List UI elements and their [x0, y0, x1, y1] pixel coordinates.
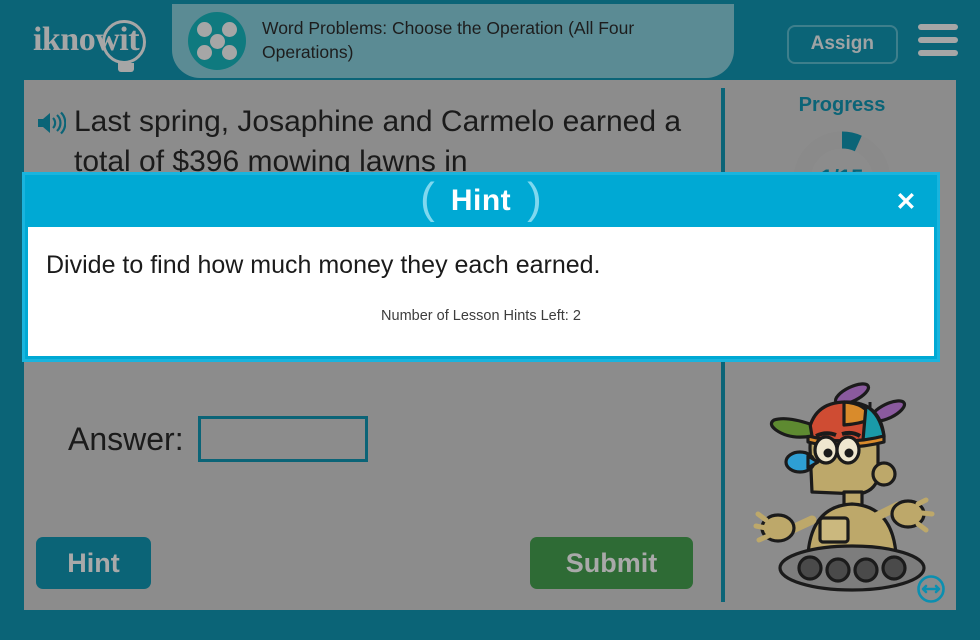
- hints-left-label: Number of Lesson Hints Left: 2: [381, 308, 581, 324]
- question-row: Last spring, Josaphine and Carmelo earne…: [24, 80, 720, 181]
- progress-label: Progress: [798, 94, 886, 116]
- hint-modal: ( Hint ) ✕ Divide to find how much money…: [22, 172, 940, 362]
- paren-left: (: [420, 174, 435, 223]
- hint-button[interactable]: Hint: [36, 537, 151, 589]
- hint-modal-body: Divide to find how much money they each …: [28, 227, 934, 356]
- hint-text: Divide to find how much money they each …: [46, 251, 601, 279]
- lesson-window: iknowit Word Problems: Choose the Operat…: [0, 0, 980, 640]
- paren-right: ): [527, 174, 542, 223]
- brand-name: iknowit: [32, 21, 140, 58]
- resize-handle-icon[interactable]: [916, 574, 946, 604]
- answer-input[interactable]: [197, 416, 368, 462]
- five-dot-circle-icon: [188, 12, 246, 70]
- answer-row: Answer:: [68, 416, 368, 462]
- hint-modal-title: Hint: [450, 184, 512, 217]
- lesson-title: Word Problems: Choose the Operation (All…: [262, 18, 635, 62]
- app-header: iknowit Word Problems: Choose the Operat…: [0, 0, 980, 80]
- speaker-icon[interactable]: [36, 110, 67, 181]
- submit-button[interactable]: Submit: [530, 537, 693, 589]
- hamburger-menu-icon[interactable]: [918, 24, 958, 56]
- lesson-title-bar: Word Problems: Choose the Operation (All…: [172, 4, 734, 78]
- answer-label: Answer:: [68, 420, 184, 457]
- assign-button[interactable]: Assign: [786, 25, 898, 64]
- question-text: Last spring, Josaphine and Carmelo earne…: [74, 105, 682, 178]
- hint-modal-header: ( Hint ) ✕: [25, 175, 937, 227]
- close-icon[interactable]: ✕: [893, 189, 919, 215]
- robot-mascot: [748, 380, 938, 595]
- brand-logo[interactable]: iknowit: [0, 0, 172, 80]
